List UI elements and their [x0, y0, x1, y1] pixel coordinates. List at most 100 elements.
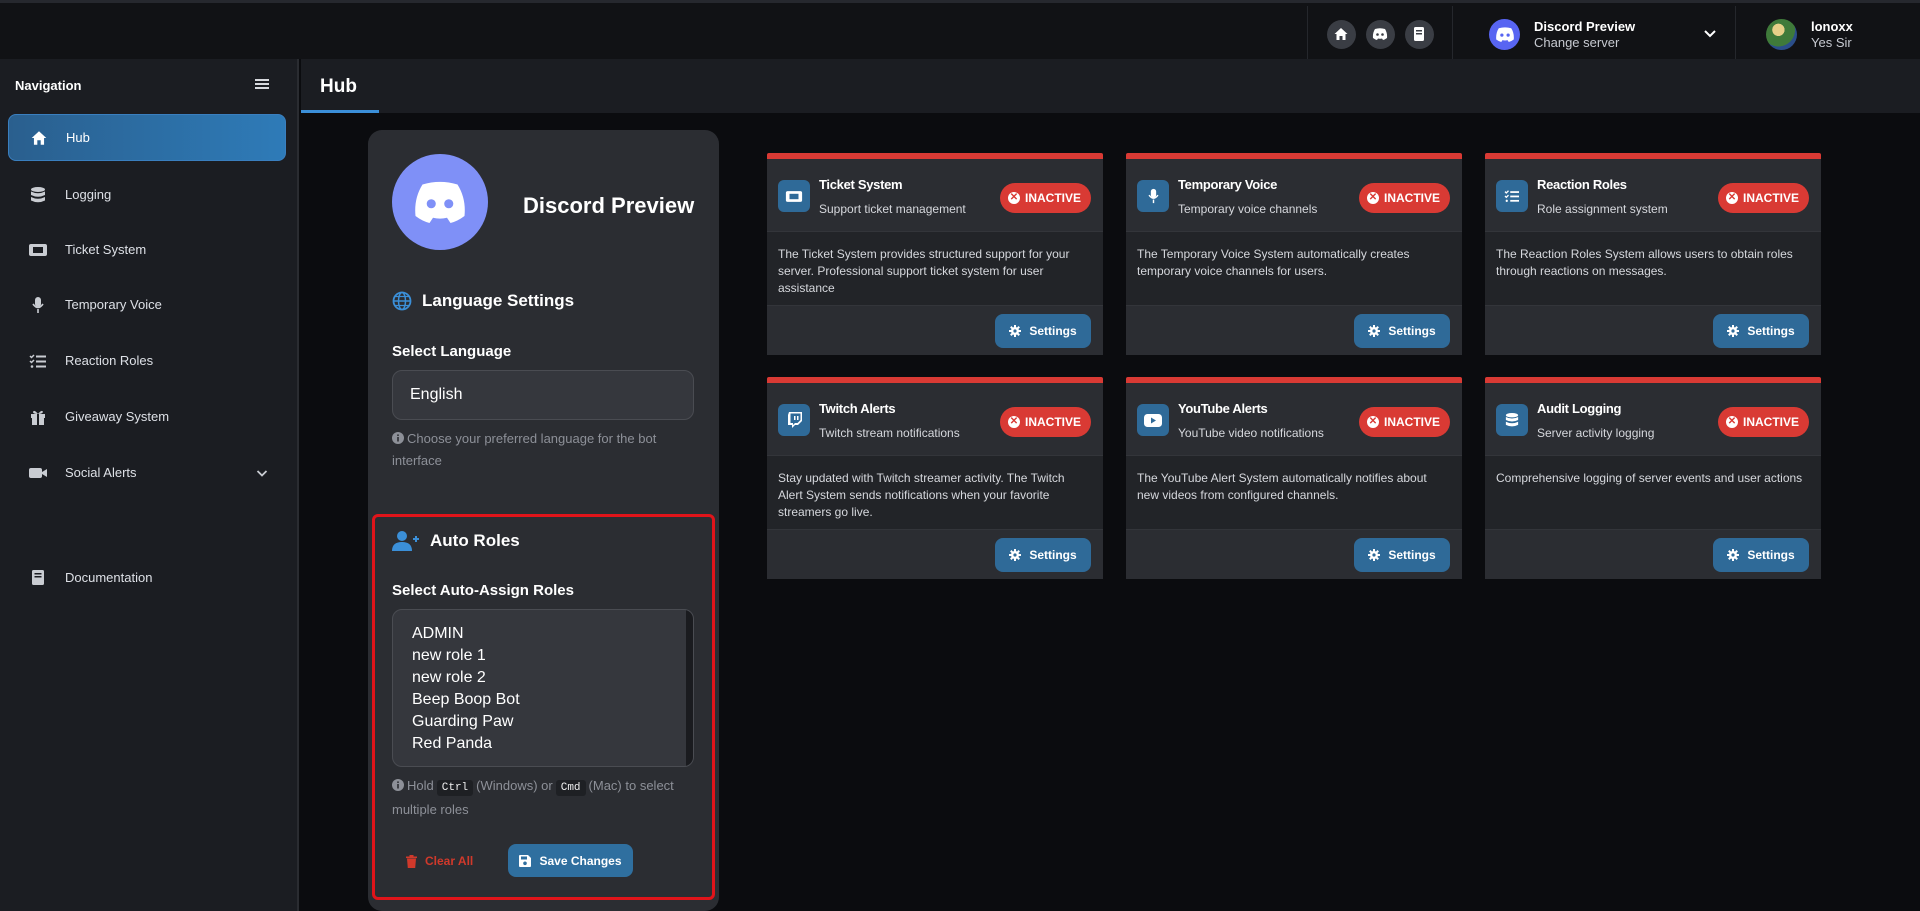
card-footer: Settings [1485, 529, 1821, 579]
settings-button[interactable]: Settings [1354, 538, 1450, 572]
card-subtitle: YouTube video notifications [1178, 426, 1324, 440]
card-header: YouTube Alerts YouTube video notificatio… [1126, 383, 1462, 456]
card-description: The Reaction Roles System allows users t… [1496, 247, 1793, 278]
status-badge: ✕ INACTIVE [1358, 183, 1450, 213]
gear-icon [1009, 325, 1022, 337]
settings-label: Settings [1029, 548, 1077, 562]
sidebar-item-label: Giveaway System [65, 409, 170, 424]
sidebar-item-documentation[interactable]: Documentation [8, 554, 286, 601]
change-server-link[interactable]: Change server [1534, 35, 1635, 50]
user-name: lonoxx [1811, 18, 1853, 34]
settings-label: Settings [1388, 548, 1436, 562]
language-settings-title: Language Settings [392, 291, 574, 311]
user-plus-icon [392, 530, 420, 552]
card-header: Reaction Roles Role assignment system ✕ I… [1485, 159, 1821, 232]
card-description: The YouTube Alert System automatically n… [1137, 471, 1427, 502]
status-badge: ✕ INACTIVE [999, 183, 1091, 213]
sidebar-item-ticket-system[interactable]: Ticket System [8, 226, 286, 273]
gear-icon [1727, 549, 1740, 561]
menu-icon[interactable] [255, 77, 269, 95]
database-icon [1496, 404, 1528, 436]
close-circle-icon: ✕ [1366, 416, 1379, 428]
chevron-down-icon[interactable] [256, 466, 268, 481]
sidebar: Navigation Hub Logging Ticket System Tem… [0, 59, 299, 911]
sidebar-item-label: Temporary Voice [65, 297, 162, 312]
gift-icon [26, 408, 50, 426]
user-menu[interactable]: lonoxx Yes Sir [1766, 6, 1853, 62]
status-badge: ✕ INACTIVE [1717, 407, 1809, 437]
sidebar-item-hub[interactable]: Hub [8, 114, 286, 161]
settings-label: Settings [1747, 548, 1795, 562]
top-bar: Discord Preview Change server lonoxx Yes… [0, 0, 1920, 62]
status-text: INACTIVE [1742, 191, 1799, 205]
card-subtitle: Server activity logging [1537, 426, 1655, 440]
language-select[interactable]: English [392, 370, 694, 420]
sidebar-item-label: Reaction Roles [65, 353, 154, 368]
close-circle-icon: ✕ [1725, 192, 1738, 204]
auto-roles-select[interactable]: ADMIN new role 1 new role 2 Beep Boop Bo… [392, 609, 694, 767]
list-check-icon [26, 353, 50, 369]
feature-card-youtube-alerts: YouTube Alerts YouTube video notificatio… [1126, 377, 1462, 579]
card-title: Temporary Voice [1178, 177, 1278, 192]
role-option[interactable]: Red Panda [412, 733, 693, 755]
card-title: Audit Logging [1537, 401, 1622, 416]
status-text: INACTIVE [1742, 415, 1799, 429]
settings-label: Settings [1029, 324, 1077, 338]
microphone-icon [26, 296, 50, 314]
ticket-icon [778, 180, 810, 212]
save-changes-label: Save Changes [539, 853, 622, 868]
card-header: Audit Logging Server activity logging ✕ I… [1485, 383, 1821, 456]
settings-button[interactable]: Settings [1713, 538, 1809, 572]
server-logo-icon [1489, 18, 1520, 50]
server-name: Discord Preview [1534, 18, 1636, 34]
divider [1735, 6, 1736, 62]
role-option[interactable]: new role 2 [412, 667, 693, 689]
clear-all-button[interactable]: Clear All [406, 854, 473, 868]
language-hint: Choose your preferred language for the b… [392, 428, 692, 472]
book-icon[interactable] [1404, 19, 1434, 49]
twitch-icon [778, 404, 810, 436]
discord-icon[interactable] [1365, 19, 1395, 49]
role-option[interactable]: Guarding Paw [412, 711, 693, 733]
sidebar-item-social-alerts[interactable]: Social Alerts [8, 449, 286, 496]
sidebar-item-logging[interactable]: Logging [8, 171, 286, 218]
settings-button[interactable]: Settings [995, 314, 1091, 348]
settings-label: Settings [1388, 324, 1436, 338]
settings-button[interactable]: Settings [1354, 314, 1450, 348]
auto-roles-hint: Hold Ctrl (Windows) or Cmd (Mac) to select m… [392, 775, 692, 821]
settings-button[interactable]: Settings [995, 538, 1091, 572]
card-footer: Settings [1126, 305, 1462, 355]
card-footer: Settings [767, 305, 1103, 355]
sidebar-item-giveaway-system[interactable]: Giveaway System [8, 393, 286, 440]
hint-text: (Windows) or [476, 778, 553, 793]
card-footer: Settings [1126, 529, 1462, 579]
gear-icon [1009, 549, 1022, 561]
chevron-down-icon[interactable] [1703, 26, 1717, 44]
language-label: Select Language [392, 343, 512, 360]
clear-all-label: Clear All [425, 854, 474, 868]
status-text: INACTIVE [1024, 191, 1081, 205]
server-settings-panel: Discord Preview Language Settings Select… [368, 130, 719, 911]
role-option[interactable]: ADMIN [412, 623, 693, 645]
settings-button[interactable]: Settings [1713, 314, 1809, 348]
sidebar-item-temporary-voice[interactable]: Temporary Voice [8, 281, 286, 328]
save-changes-button[interactable]: Save Changes [508, 844, 633, 877]
gear-icon [1727, 325, 1740, 337]
card-footer: Settings [767, 529, 1103, 579]
sidebar-item-reaction-roles[interactable]: Reaction Roles [8, 337, 286, 384]
scrollbar[interactable] [686, 610, 693, 766]
status-text: INACTIVE [1383, 415, 1440, 429]
section-title-text: Auto Roles [430, 531, 520, 550]
feature-card-temporary-voice: Temporary Voice Temporary voice channels… [1126, 153, 1462, 355]
server-selector[interactable]: Discord Preview Change server [1489, 6, 1735, 62]
card-description: Comprehensive logging of server events a… [1496, 471, 1803, 485]
home-icon[interactable] [1326, 19, 1356, 49]
role-option[interactable]: Beep Boop Bot [412, 689, 693, 711]
sidebar-item-label: Ticket System [65, 242, 147, 257]
quick-links [1307, 6, 1453, 62]
settings-label: Settings [1747, 324, 1795, 338]
role-option[interactable]: new role 1 [412, 645, 693, 667]
sidebar-item-label: Logging [65, 187, 112, 202]
close-circle-icon: ✕ [1007, 192, 1020, 204]
close-circle-icon: ✕ [1007, 416, 1020, 428]
